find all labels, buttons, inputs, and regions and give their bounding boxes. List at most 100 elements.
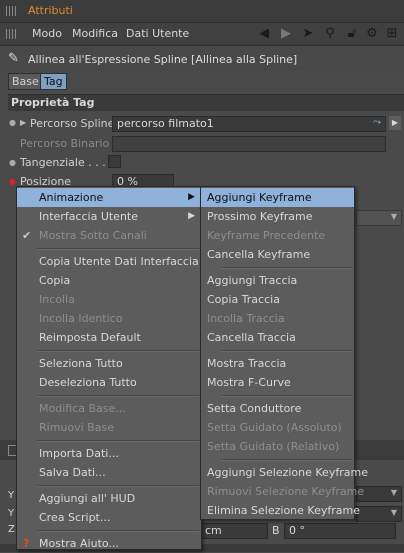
menu-item-label: Rimuovi Base	[39, 421, 114, 434]
menu-item-label: Copia Traccia	[207, 293, 280, 306]
help-icon: ?	[23, 537, 30, 550]
cursor-icon[interactable]: ➤	[300, 26, 316, 42]
submenu-arrow-icon: ▶	[188, 211, 195, 221]
axis-label: Y	[8, 490, 15, 501]
b-field[interactable]: 0 °	[284, 523, 396, 539]
bottom-field-value: cm	[205, 524, 222, 537]
context-item-reimposta-default[interactable]: Reimposta Default	[17, 328, 201, 347]
animate-dot-icon[interactable]: ●	[9, 118, 16, 127]
percorso-binario-field	[112, 136, 386, 152]
forward-arrow-icon[interactable]: ▶	[278, 26, 294, 42]
context-item-incolla-identico[interactable]: Incolla Identico	[17, 309, 201, 328]
grip-icon[interactable]	[6, 6, 18, 16]
context-item-aggiungi-all-hud[interactable]: Aggiungi all' HUD	[17, 489, 201, 508]
field-arrow-icon[interactable]: ▶	[389, 116, 401, 130]
submenu-item-setta-conduttore[interactable]: Setta Conduttore	[201, 399, 354, 418]
window-title: Attributi	[28, 4, 73, 17]
b-label: B	[272, 524, 280, 537]
context-item-importa-dati[interactable]: Importa Dati...	[17, 444, 201, 463]
object-header: ✎ Allinea all'Espressione Spline [Alline…	[0, 47, 404, 71]
context-item-mostra-aiuto[interactable]: ? Mostra Aiuto...	[17, 534, 201, 553]
context-item-crea-script[interactable]: Crea Script...	[17, 508, 201, 527]
submenu-item-keyframe-precedente[interactable]: Keyframe Precedente	[201, 226, 354, 245]
menu-item-label: Importa Dati...	[39, 447, 119, 460]
context-item-interfaccia-utente[interactable]: Interfaccia Utente ▶	[17, 207, 201, 226]
value-field[interactable]: cm	[200, 523, 268, 539]
menu-item-label: Aggiungi Keyframe	[207, 191, 312, 204]
tab-base[interactable]: Base	[8, 73, 43, 90]
menu-item-label: Elimina Selezione Keyframe	[207, 504, 360, 517]
section-title: Proprietà Tag	[11, 96, 95, 109]
menu-item-label: Aggiungi Selezione Keyframe	[207, 466, 368, 479]
submenu-item-aggiungi-keyframe[interactable]: Aggiungi Keyframe	[201, 188, 354, 207]
percorso-spline-field[interactable]: percorso filmato1 ⤳	[112, 116, 386, 132]
search-icon[interactable]: ⚲	[322, 26, 338, 42]
menu-separator	[37, 440, 199, 442]
submenu-item-incolla-traccia[interactable]: Incolla Traccia	[201, 309, 354, 328]
section-header[interactable]: Proprietà Tag	[8, 94, 404, 111]
menu-item-label: Deseleziona Tutto	[39, 376, 137, 389]
context-item-animazione[interactable]: Animazione ▶	[17, 188, 201, 207]
submenu-item-aggiungi-traccia[interactable]: Aggiungi Traccia	[201, 271, 354, 290]
tangenziale-label: Tangenziale . . . .	[20, 156, 113, 169]
context-item-salva-dati[interactable]: Salva Dati...	[17, 463, 201, 482]
menu-separator	[37, 248, 199, 250]
menu-separator	[37, 350, 199, 352]
submenu-item-copia-traccia[interactable]: Copia Traccia	[201, 290, 354, 309]
animate-dot-icon[interactable]: ●	[9, 158, 16, 167]
expand-arrow-icon[interactable]: ▶	[20, 118, 26, 127]
grip-icon[interactable]	[6, 29, 18, 39]
menu-item-label: Cancella Keyframe	[207, 248, 311, 261]
tab-tag[interactable]: Tag	[40, 73, 67, 90]
menu-item-label: Rimuovi Selezione Keyframe	[207, 485, 365, 498]
context-item-mostra-sotto-canali[interactable]: ✔ Mostra Sotto Canali	[17, 226, 201, 245]
back-arrow-icon[interactable]: ◀	[256, 26, 272, 42]
tangenziale-checkbox[interactable]	[108, 155, 121, 168]
context-item-incolla[interactable]: Incolla	[17, 290, 201, 309]
context-item-seleziona-tutto[interactable]: Seleziona Tutto	[17, 354, 201, 373]
lock-icon[interactable]: 🔓︎	[344, 26, 360, 42]
submenu-item-setta-guidato-assoluto[interactable]: Setta Guidato (Assoluto)	[201, 418, 354, 437]
submenu-item-rimuovi-selezione-keyframe[interactable]: Rimuovi Selezione Keyframe	[201, 482, 364, 501]
link-icon[interactable]: ⤳	[373, 117, 381, 128]
context-item-deseleziona-tutto[interactable]: Deseleziona Tutto	[17, 373, 201, 392]
settings-icon[interactable]: ⚙	[364, 26, 380, 42]
submenu-item-aggiungi-selezione-keyframe[interactable]: Aggiungi Selezione Keyframe	[201, 463, 368, 482]
menu-item-label: Incolla Identico	[39, 312, 123, 325]
submenu-item-cancella-traccia[interactable]: Cancella Traccia	[201, 328, 354, 347]
animate-dot-icon[interactable]: ●	[9, 177, 16, 186]
context-item-copia-utente-dati-interfaccia[interactable]: Copia Utente Dati Interfaccia	[17, 252, 201, 271]
menu-dati-utente[interactable]: Dati Utente	[126, 27, 189, 40]
submenu-item-mostra-traccia[interactable]: Mostra Traccia	[201, 354, 354, 373]
context-menu: Animazione ▶ Interfaccia Utente ▶ ✔ Mostra So…	[16, 186, 202, 550]
menu-modifica[interactable]: Modifica	[72, 27, 118, 40]
context-item-copia[interactable]: Copia	[17, 271, 201, 290]
b-value: 0 °	[289, 524, 305, 537]
checkmark-icon: ✔	[22, 229, 32, 242]
axis-label: Y	[8, 508, 15, 519]
menu-separator	[37, 395, 199, 397]
value-field[interactable]: ▼	[356, 506, 402, 522]
object-title: Allinea all'Espressione Spline [Allinea …	[28, 53, 298, 66]
menu-item-label: Reimposta Default	[39, 331, 141, 344]
menu-item-label: Incolla Traccia	[207, 312, 285, 325]
submenu-item-setta-guidato-relativo[interactable]: Setta Guidato (Relativo)	[201, 437, 354, 456]
submenu-item-prossimo-keyframe[interactable]: Prossimo Keyframe	[201, 207, 354, 226]
menu-modo[interactable]: Modo	[32, 27, 62, 40]
submenu-item-cancella-keyframe[interactable]: Cancella Keyframe	[201, 245, 354, 264]
submenu-item-mostra-f-curve[interactable]: Mostra F-Curve	[201, 373, 354, 392]
menu-separator	[221, 350, 352, 352]
new-window-icon[interactable]: ⊞	[384, 26, 400, 42]
dropdown-field[interactable]: ▼	[356, 210, 402, 226]
menu-item-label: Aggiungi Traccia	[207, 274, 298, 287]
context-item-rimuovi-base[interactable]: Rimuovi Base	[17, 418, 201, 437]
context-item-modifica-base[interactable]: Modifica Base...	[17, 399, 201, 418]
menu-item-label: Copia	[39, 274, 71, 287]
percorso-spline-label: Percorso Spline	[30, 117, 115, 130]
menu-item-label: Cancella Traccia	[207, 331, 296, 344]
menu-separator	[37, 530, 199, 532]
menu-item-label: Aggiungi all' HUD	[39, 492, 136, 505]
menu-item-label: Incolla	[39, 293, 75, 306]
menu-item-label: Mostra Aiuto...	[39, 537, 119, 550]
submenu-item-elimina-selezione-keyframe[interactable]: Elimina Selezione Keyframe	[201, 501, 360, 520]
